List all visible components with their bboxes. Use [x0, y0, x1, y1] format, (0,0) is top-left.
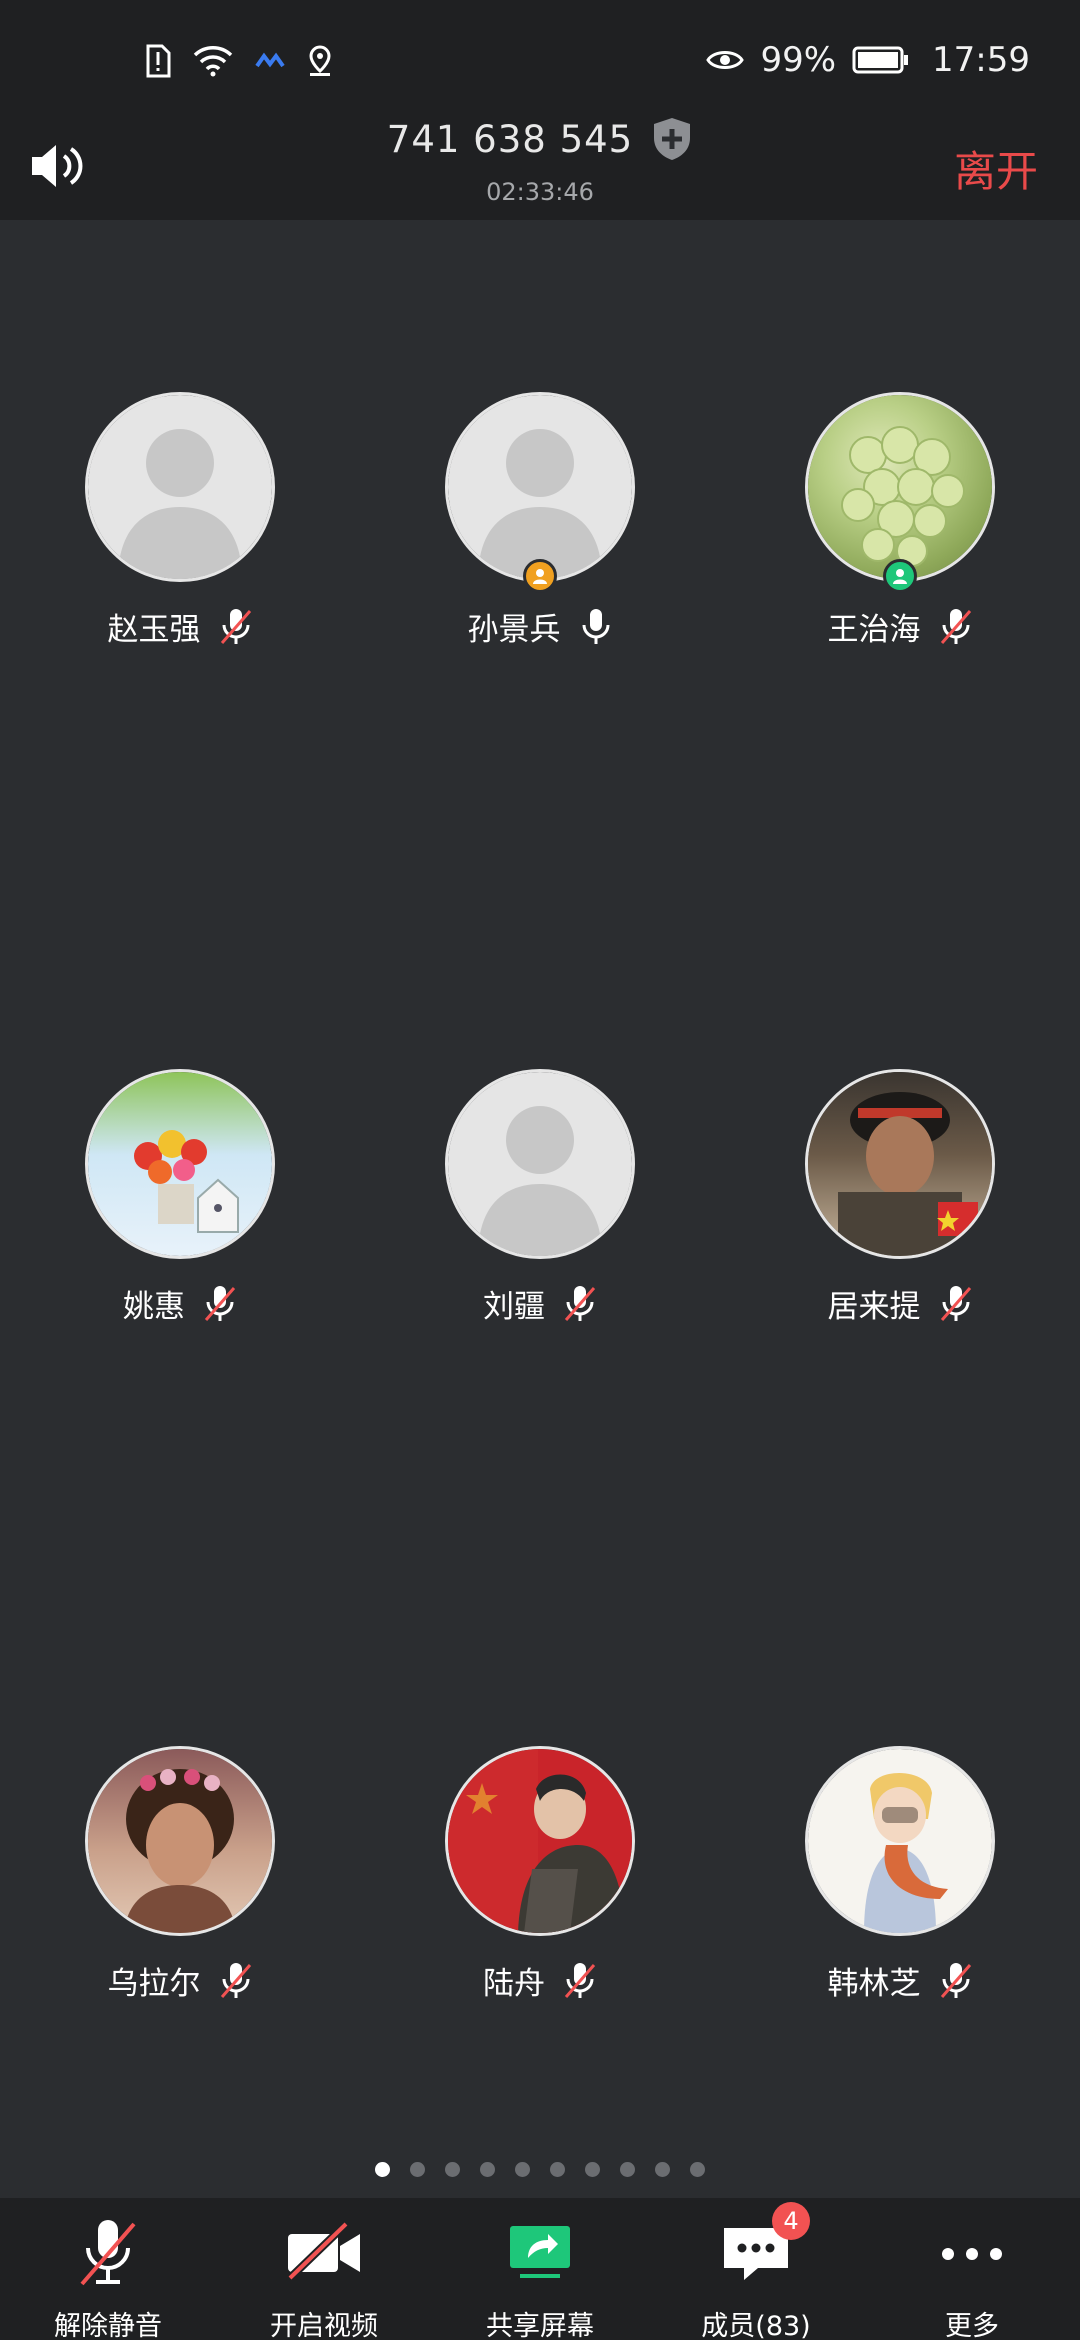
start-video-label: 开启视频 [270, 2311, 378, 2340]
bottom-toolbar: 解除静音 开启视频 共享屏幕 4 成员(83) 更多 [0, 2198, 1080, 2340]
mic-muted-icon [939, 607, 973, 647]
avatar [85, 392, 275, 582]
video-off-icon [284, 2218, 364, 2288]
avatar [805, 1069, 995, 1259]
more-button[interactable]: 更多 [864, 2198, 1080, 2340]
meeting-timer: 02:33:46 [486, 178, 594, 206]
page-indicator[interactable] [0, 2162, 1080, 2177]
mic-muted-icon [68, 2218, 148, 2288]
eye-icon [706, 47, 745, 73]
mic-muted-icon [219, 1961, 253, 2001]
avatar [805, 392, 995, 593]
mic-muted-icon [939, 1961, 973, 2001]
participant-tile[interactable]: 居来提 [720, 1069, 1080, 1326]
mic-muted-icon [219, 607, 253, 647]
mic-muted-icon [203, 1284, 237, 1324]
mic-muted-icon [563, 1961, 597, 2001]
page-dot[interactable] [375, 2162, 390, 2177]
status-left-icons [145, 44, 333, 78]
members-badge: 4 [772, 2202, 810, 2240]
participant-name: 孙景兵 [467, 612, 561, 648]
share-screen-button[interactable]: 共享屏幕 [432, 2198, 648, 2340]
avatar [445, 1069, 635, 1259]
data-sync-icon [255, 50, 285, 72]
participant-name: 姚惠 [123, 1289, 185, 1325]
participant-tile[interactable]: 姚惠 [0, 1069, 360, 1326]
participant-tile[interactable]: 孙景兵 [360, 392, 720, 649]
avatar [445, 392, 635, 593]
share-screen-icon [500, 2218, 580, 2288]
battery-icon [852, 46, 910, 74]
page-dot[interactable] [585, 2162, 600, 2177]
mic-icon [579, 607, 613, 647]
participant-tile[interactable]: 陆舟 [360, 1746, 720, 2003]
participant-name: 韩林芝 [827, 1966, 921, 2002]
avatar [805, 1746, 995, 1936]
share-screen-label: 共享屏幕 [486, 2311, 594, 2340]
page-dot[interactable] [655, 2162, 670, 2177]
unmute-button[interactable]: 解除静音 [0, 2198, 216, 2340]
page-dot[interactable] [550, 2162, 565, 2177]
participant-tile[interactable]: 王治海 [720, 392, 1080, 649]
page-dot[interactable] [690, 2162, 705, 2177]
participant-tile[interactable]: 乌拉尔 [0, 1746, 360, 2003]
more-label: 更多 [945, 2311, 999, 2340]
more-dots-icon [932, 2218, 1012, 2288]
members-button[interactable]: 4 成员(83) [648, 2198, 864, 2340]
participant-name: 居来提 [827, 1289, 921, 1325]
page-dot[interactable] [515, 2162, 530, 2177]
participant-name: 陆舟 [483, 1966, 545, 2002]
meeting-header: 741 638 545 02:33:46 离开 [0, 112, 1080, 220]
participant-tile[interactable]: 韩林芝 [720, 1746, 1080, 2003]
avatar [445, 1746, 635, 1936]
page-dot[interactable] [480, 2162, 495, 2177]
participant-tile[interactable]: 刘疆 [360, 1069, 720, 1326]
meeting-id-area[interactable]: 741 638 545 [0, 116, 1080, 162]
cohost-badge-icon [883, 559, 917, 593]
members-label: 成员(83) [701, 2311, 811, 2340]
page-dot[interactable] [620, 2162, 635, 2177]
avatar [85, 1069, 275, 1259]
mic-muted-icon [939, 1284, 973, 1324]
participant-name: 赵玉强 [107, 612, 201, 648]
location-icon [307, 45, 333, 77]
meeting-id: 741 638 545 [386, 117, 634, 161]
participant-tile[interactable]: 赵玉强 [0, 392, 360, 649]
page-dot[interactable] [445, 2162, 460, 2177]
clock: 17:59 [932, 40, 1030, 80]
host-badge-icon [523, 559, 557, 593]
wifi-icon [193, 45, 233, 77]
participant-grid: 赵玉强 孙景兵 王治海 姚惠 刘疆 居来提 乌拉尔 陆舟 韩林芝 [0, 220, 1080, 2170]
participant-name: 刘疆 [483, 1289, 545, 1325]
start-video-button[interactable]: 开启视频 [216, 2198, 432, 2340]
status-bar: 99% 17:59 [0, 0, 1080, 112]
leave-button[interactable]: 离开 [954, 138, 1038, 199]
participant-name: 王治海 [827, 612, 921, 648]
participant-name: 乌拉尔 [107, 1966, 201, 2002]
sim-alert-icon [145, 44, 171, 78]
battery-percent: 99% [760, 40, 837, 80]
unmute-label: 解除静音 [54, 2311, 162, 2340]
avatar [85, 1746, 275, 1936]
status-right: 99% 17:59 [706, 40, 1030, 80]
shield-icon[interactable] [651, 116, 693, 162]
mic-muted-icon [563, 1284, 597, 1324]
page-dot[interactable] [410, 2162, 425, 2177]
